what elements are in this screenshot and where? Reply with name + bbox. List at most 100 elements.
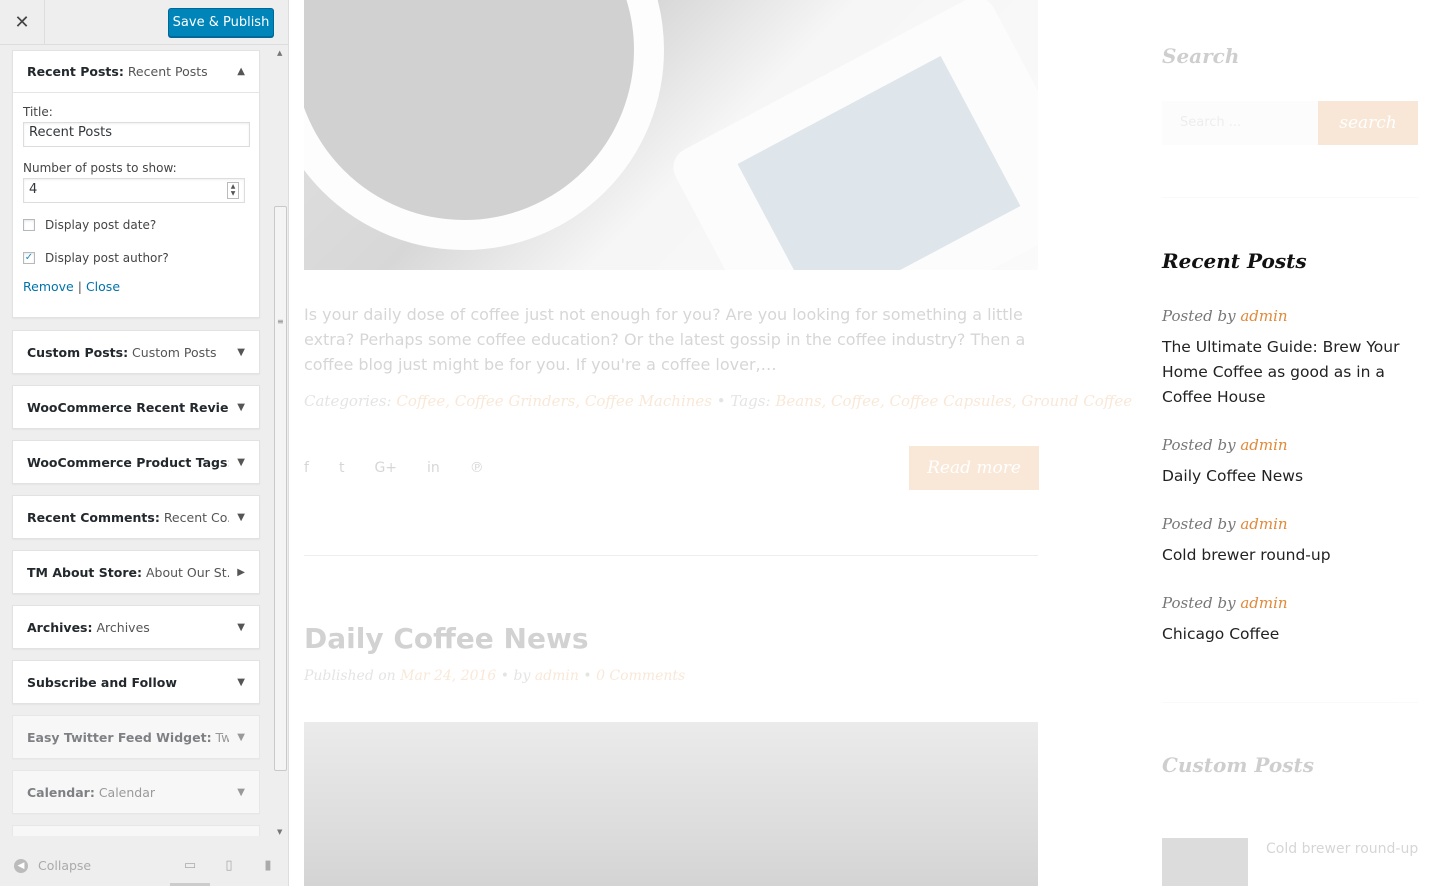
display-author-checkbox[interactable]: ✓: [23, 251, 35, 264]
share-icons: f t G+ in ℗: [304, 460, 484, 476]
close-link[interactable]: Close: [86, 279, 120, 294]
caret-down-icon[interactable]: ▼: [237, 732, 245, 743]
mobile-preview-icon[interactable]: ▮: [260, 858, 276, 874]
collapse-button[interactable]: ◀ Collapse: [14, 858, 91, 873]
display-author-label: Display post author?: [45, 250, 169, 265]
widget-archives[interactable]: Archives: Archives ▼: [12, 605, 260, 649]
site-preview: Is your daily dose of coffee just not en…: [289, 0, 1433, 886]
widget-calendar[interactable]: Calendar: Calendar ▼: [12, 770, 260, 814]
author-link[interactable]: admin: [1240, 307, 1287, 325]
post-author-link[interactable]: admin: [535, 668, 579, 684]
count-input[interactable]: 4 ▲ ▼: [23, 178, 245, 203]
remove-link[interactable]: Remove: [23, 279, 74, 294]
desktop-preview-icon[interactable]: ▭: [182, 858, 198, 874]
search-widget-title: Search: [1162, 44, 1240, 68]
recent-post-link[interactable]: The Ultimate Guide: Brew Your Home Coffe…: [1162, 335, 1422, 410]
post-meta: Published on Mar 24, 2016 • by admin • 0…: [304, 668, 686, 684]
count-value: 4: [29, 182, 38, 197]
widget-title: WooCommerce Product Tags:...: [27, 454, 230, 470]
widgets-list: Recent Posts: Recent Posts ▲ Title: Rece…: [0, 46, 288, 836]
author-link[interactable]: admin: [1240, 436, 1287, 454]
widget-easy-twitter-feed[interactable]: Easy Twitter Feed Widget: Twi... ▼: [12, 715, 260, 759]
caret-up-icon[interactable]: ▲: [237, 66, 245, 77]
widget-title: Easy Twitter Feed Widget: Twi...: [27, 729, 230, 745]
count-label: Number of posts to show:: [23, 161, 177, 175]
widget-recent-posts: Recent Posts: Recent Posts ▲ Title: Rece…: [12, 50, 260, 318]
post-date-link[interactable]: Mar 24, 2016: [400, 668, 496, 684]
post-excerpt: Is your daily dose of coffee just not en…: [304, 305, 1026, 374]
custom-post-thumbnail[interactable]: [1162, 838, 1248, 886]
recent-post-link[interactable]: Daily Coffee News: [1162, 464, 1422, 489]
caret-down-icon[interactable]: ▼: [237, 622, 245, 633]
custom-post-link[interactable]: Cold brewer round-up: [1266, 836, 1418, 862]
author-link[interactable]: admin: [1240, 515, 1287, 533]
post-comments-link[interactable]: 0 Comments: [596, 668, 685, 684]
display-date-row: Display post date?: [23, 213, 249, 236]
search-button[interactable]: search: [1318, 101, 1418, 145]
scrollbar[interactable]: ▲ ≡ ▼: [274, 46, 288, 836]
custom-posts-title: Custom Posts: [1162, 753, 1315, 777]
customizer-header: ✕ Save & Publish: [0, 0, 288, 45]
facebook-icon[interactable]: f: [304, 460, 309, 476]
widget-woo-product-tags[interactable]: WooCommerce Product Tags:... ▼: [12, 440, 260, 484]
caret-right-icon[interactable]: ▶: [237, 567, 245, 578]
scroll-thumb[interactable]: [274, 206, 287, 771]
pinterest-icon[interactable]: ℗: [470, 460, 484, 476]
title-input[interactable]: Recent Posts: [23, 122, 250, 147]
google-plus-icon[interactable]: G+: [374, 460, 397, 476]
recent-post-item: Posted by admin Cold brewer round-up: [1162, 515, 1422, 568]
post-title[interactable]: Daily Coffee News: [304, 622, 588, 655]
title-label: Title:: [23, 105, 53, 119]
caret-down-icon[interactable]: ▼: [237, 787, 245, 798]
widget-title: Subscribe and Follow: [27, 674, 177, 690]
widget-recent-comments[interactable]: Recent Comments: Recent Co... ▼: [12, 495, 260, 539]
widget-actions: Remove | Close: [23, 279, 249, 294]
recent-post-link[interactable]: Cold brewer round-up: [1162, 543, 1422, 568]
post-taxonomy: Categories: Coffee, Coffee Grinders, Cof…: [304, 392, 1133, 410]
recent-post-item: Posted by admin Daily Coffee News: [1162, 436, 1422, 489]
customizer-footer: ◀ Collapse ▭ ▯ ▮: [0, 846, 288, 886]
widget-woo-recent-reviews[interactable]: WooCommerce Recent Revie... ▼: [12, 385, 260, 429]
linkedin-icon[interactable]: in: [427, 460, 440, 476]
post-divider: [304, 555, 1038, 556]
twitter-icon[interactable]: t: [339, 460, 345, 476]
recent-post-item: Posted by admin Chicago Coffee: [1162, 594, 1422, 647]
coffee-cup-shape: [304, 0, 664, 250]
widget-header[interactable]: Recent Posts: Recent Posts ▲: [13, 51, 259, 93]
widget-title: Calendar: Calendar: [27, 784, 156, 800]
scroll-down-icon[interactable]: ▼: [277, 828, 282, 836]
sidebar-divider: [1162, 197, 1418, 198]
close-customizer-button[interactable]: ✕: [0, 0, 45, 45]
display-date-checkbox[interactable]: [23, 218, 35, 231]
widget-title: TM About Store: About Our St...: [27, 564, 230, 580]
post-featured-image: [304, 0, 1038, 270]
save-publish-button[interactable]: Save & Publish: [168, 8, 274, 37]
widget-title: Recent Posts: Recent Posts: [27, 64, 208, 79]
scroll-grip-icon: ≡: [277, 317, 284, 326]
caret-down-icon[interactable]: ▼: [237, 402, 245, 413]
tablet-preview-icon[interactable]: ▯: [221, 858, 237, 874]
widget-tm-about-store[interactable]: TM About Store: About Our St... ▶: [12, 550, 260, 594]
display-date-label: Display post date?: [45, 217, 157, 232]
spinner-icon[interactable]: ▲ ▼: [227, 182, 239, 199]
author-link[interactable]: admin: [1240, 594, 1287, 612]
tags-links[interactable]: Beans, Coffee, Coffee Capsules, Ground C…: [775, 392, 1132, 410]
search-input[interactable]: Search ...: [1162, 101, 1318, 145]
widget-custom-posts[interactable]: Custom Posts: Custom Posts ▼: [12, 330, 260, 374]
search-form: Search ... search: [1162, 101, 1418, 145]
display-author-row: ✓ Display post author?: [23, 246, 249, 269]
scroll-up-icon[interactable]: ▲: [277, 49, 282, 57]
post-featured-image-2: [304, 722, 1038, 886]
caret-down-icon[interactable]: ▼: [237, 677, 245, 688]
categories-links[interactable]: Coffee, Coffee Grinders, Coffee Machines: [396, 392, 712, 410]
sidebar-divider: [1162, 702, 1418, 703]
collapse-label: Collapse: [38, 858, 92, 873]
caret-down-icon[interactable]: ▼: [237, 347, 245, 358]
read-more-button[interactable]: Read more: [909, 446, 1039, 490]
widget-subscribe-follow[interactable]: Subscribe and Follow ▼: [12, 660, 260, 704]
caret-down-icon[interactable]: ▼: [237, 457, 245, 468]
widget-title: Custom Posts: Custom Posts: [27, 344, 217, 360]
recent-post-item: Posted by admin The Ultimate Guide: Brew…: [1162, 307, 1422, 410]
caret-down-icon[interactable]: ▼: [237, 512, 245, 523]
recent-post-link[interactable]: Chicago Coffee: [1162, 622, 1422, 647]
